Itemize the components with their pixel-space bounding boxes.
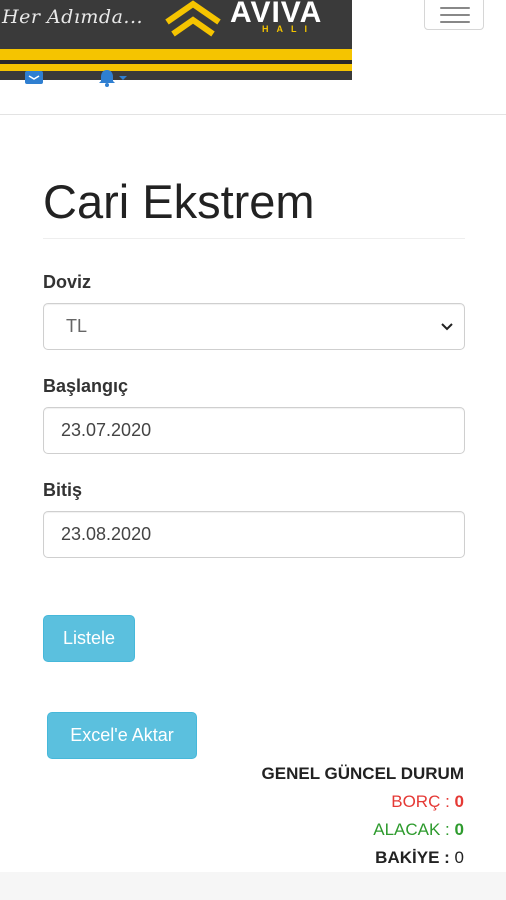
excel-export-button[interactable]: Excel'e Aktar bbox=[47, 712, 197, 759]
title-divider bbox=[43, 238, 465, 239]
bell-icon[interactable] bbox=[97, 68, 133, 88]
bakiye-row: BAKİYE : 0 bbox=[375, 848, 464, 868]
logo-tagline: Her Adımda... bbox=[2, 6, 144, 28]
top-navbar: Her Adımda... AVIVA HALI bbox=[0, 0, 506, 115]
summary-heading-text: GENEL GÜNCEL DURUM bbox=[261, 764, 464, 783]
alacak-row: ALACAK : 0 bbox=[373, 820, 464, 840]
end-date-value: 23.08.2020 bbox=[61, 524, 152, 544]
alacak-label: ALACAK : bbox=[373, 820, 450, 839]
envelope-icon[interactable] bbox=[24, 68, 44, 86]
summary-heading: GENEL GÜNCEL DURUM bbox=[262, 764, 464, 784]
borc-label: BORÇ : bbox=[391, 792, 450, 811]
bakiye-value: 0 bbox=[454, 848, 464, 867]
logo-stripe bbox=[0, 64, 352, 71]
logo-sub: HALI bbox=[262, 24, 315, 34]
logo-stripe bbox=[0, 71, 352, 80]
chevron-down-icon bbox=[441, 323, 453, 331]
footer-band bbox=[0, 872, 506, 900]
list-button[interactable]: Listele bbox=[43, 615, 135, 662]
page-title: Cari Ekstrem bbox=[43, 175, 315, 228]
bakiye-label: BAKİYE : bbox=[375, 848, 450, 867]
start-date-label: Başlangıç bbox=[43, 376, 129, 396]
doviz-select-value: TL bbox=[66, 316, 88, 336]
doviz-label: Doviz bbox=[43, 272, 92, 292]
brand-logo[interactable]: Her Adımda... AVIVA HALI bbox=[0, 0, 352, 80]
navbar-toggle-button[interactable] bbox=[424, 0, 484, 30]
end-date-label: Bitiş bbox=[43, 480, 83, 500]
logo-chevron-icon bbox=[165, 0, 221, 37]
logo-stripe bbox=[0, 49, 352, 60]
start-date-value: 23.07.2020 bbox=[61, 420, 152, 440]
borc-row: BORÇ : 0 bbox=[391, 792, 464, 812]
end-date-input[interactable]: 23.08.2020 bbox=[43, 511, 465, 558]
borc-value: 0 bbox=[454, 792, 464, 811]
alacak-value: 0 bbox=[454, 820, 464, 839]
doviz-select[interactable]: TL bbox=[43, 303, 465, 350]
start-date-input[interactable]: 23.07.2020 bbox=[43, 407, 465, 454]
